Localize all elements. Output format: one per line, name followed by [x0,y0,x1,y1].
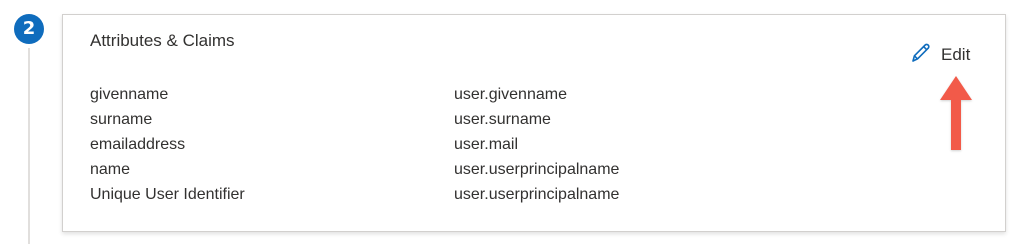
claim-value: user.surname [454,110,551,128]
pencil-icon [909,41,933,70]
claim-name: givenname [90,85,169,103]
annotation-arrow-up-icon [940,76,972,150]
edit-label: Edit [941,45,971,64]
claim-name: emailaddress [90,135,186,153]
claim-value: user.mail [454,135,519,153]
edit-button[interactable]: Edit [909,41,970,69]
step-connector-line [28,48,30,244]
claim-row: emailaddress user.mail [90,132,970,157]
claim-row: Unique User Identifier user.userprincipa… [90,182,970,207]
claim-name: surname [90,110,153,128]
claim-row: givenname user.givenname [90,82,970,107]
card-title: Attributes & Claims [90,31,235,50]
claim-value: user.givenname [454,85,567,103]
claim-name: name [90,160,131,178]
claims-list: givenname user.givenname surname user.su… [90,82,970,207]
claim-row: name user.userprincipalname [90,157,970,182]
step-number-badge: 2 [14,14,44,44]
claim-name: Unique User Identifier [90,185,245,203]
claim-row: surname user.surname [90,107,970,132]
claim-value: user.userprincipalname [454,185,620,203]
attributes-claims-card: Attributes & Claims Edit givenname user.… [62,14,1006,232]
claim-value: user.userprincipalname [454,160,620,178]
